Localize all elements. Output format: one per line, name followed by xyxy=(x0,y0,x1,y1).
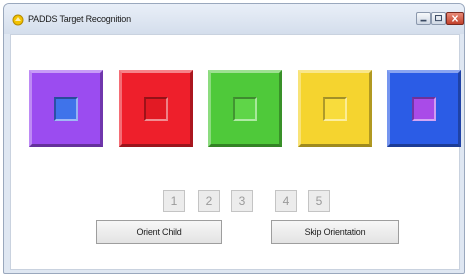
target-red-inner xyxy=(144,97,168,121)
app-icon xyxy=(12,14,24,26)
app-window: PADDS Target Recognition 1 2 3 4 5 Orien… xyxy=(3,3,465,274)
number-button-5[interactable]: 5 xyxy=(308,190,330,212)
target-yellow[interactable] xyxy=(298,70,372,147)
number-button-4[interactable]: 4 xyxy=(275,190,297,212)
close-button[interactable] xyxy=(446,12,464,25)
window-title: PADDS Target Recognition xyxy=(28,14,131,24)
target-yellow-inner xyxy=(323,97,347,121)
orient-child-button[interactable]: Orient Child xyxy=(96,220,222,244)
target-blue-inner xyxy=(412,97,436,121)
title-bar[interactable]: PADDS Target Recognition xyxy=(4,4,464,34)
minimize-icon xyxy=(420,19,427,22)
minimize-button[interactable] xyxy=(416,12,431,25)
skip-orientation-button[interactable]: Skip Orientation xyxy=(271,220,399,244)
target-green-inner xyxy=(233,97,257,121)
number-button-3[interactable]: 3 xyxy=(231,190,253,212)
maximize-icon xyxy=(435,15,442,22)
target-blue[interactable] xyxy=(387,70,461,147)
target-red[interactable] xyxy=(119,70,193,147)
maximize-button[interactable] xyxy=(431,12,446,25)
number-button-1[interactable]: 1 xyxy=(163,190,185,212)
target-purple[interactable] xyxy=(29,70,103,147)
number-button-2[interactable]: 2 xyxy=(198,190,220,212)
close-icon xyxy=(451,15,459,22)
target-green[interactable] xyxy=(208,70,282,147)
client-area: 1 2 3 4 5 Orient Child Skip Orientation xyxy=(10,34,461,270)
target-purple-inner xyxy=(54,97,78,121)
